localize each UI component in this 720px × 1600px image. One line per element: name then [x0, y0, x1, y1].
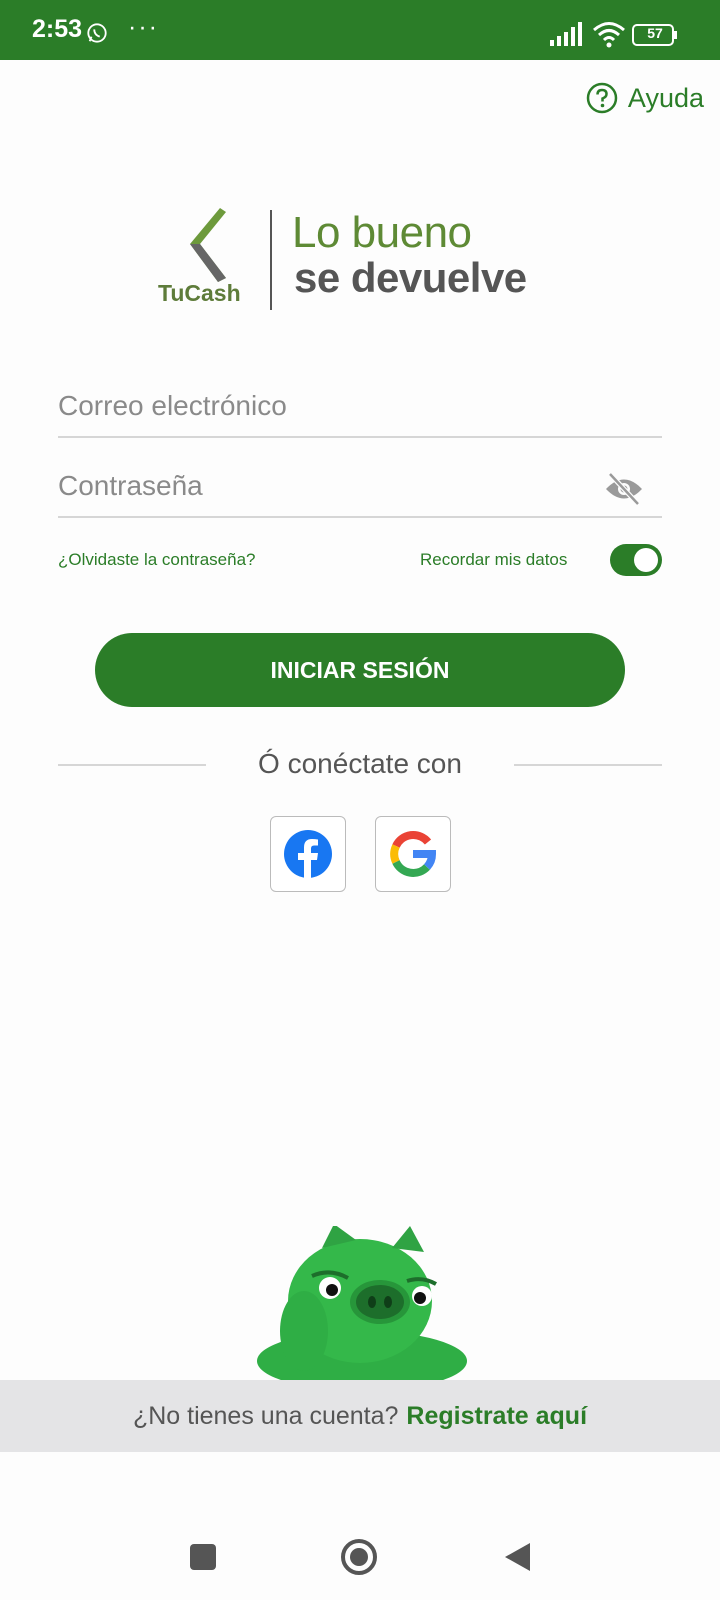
- home-button[interactable]: [340, 1538, 378, 1576]
- login-button[interactable]: INICIAR SESIÓN: [95, 633, 625, 707]
- signal-icon: [550, 22, 582, 46]
- recents-button[interactable]: [190, 1544, 216, 1570]
- divider-line-right: [514, 764, 662, 766]
- logo-tagline-line2: se devuelve: [294, 254, 527, 301]
- whatsapp-icon: [87, 23, 107, 43]
- password-field[interactable]: [58, 456, 662, 516]
- forgot-password-link[interactable]: ¿Olvidaste la contraseña?: [58, 550, 256, 570]
- remember-toggle[interactable]: [610, 544, 662, 576]
- email-field[interactable]: [58, 376, 662, 436]
- tucash-chevron-icon: [190, 208, 226, 282]
- help-circle-icon: [586, 82, 618, 114]
- status-overflow-dots: ···: [128, 13, 159, 41]
- register-prompt: ¿No tienes una cuenta?: [132, 1401, 399, 1430]
- facebook-icon: [284, 830, 332, 879]
- battery-level: 57: [647, 25, 663, 41]
- google-icon: [390, 830, 436, 877]
- facebook-login-button[interactable]: [270, 816, 346, 892]
- password-field-container: [58, 456, 662, 518]
- eye-off-icon[interactable]: [604, 472, 644, 506]
- logo-divider: [270, 210, 272, 310]
- tucash-logo: TuCash Lo bueno se devuelve: [150, 198, 570, 318]
- status-time: 2:53: [32, 15, 83, 43]
- google-login-button[interactable]: [375, 816, 451, 892]
- help-link[interactable]: Ayuda: [586, 80, 704, 116]
- navigation-bar: [0, 1520, 720, 1600]
- register-bar: ¿No tienes una cuenta? Registrate aquí: [0, 1380, 720, 1452]
- wifi-icon: [593, 22, 625, 48]
- toggle-knob: [634, 548, 658, 572]
- register-link[interactable]: Registrate aquí: [406, 1402, 587, 1431]
- social-divider-text: Ó conéctate con: [258, 748, 462, 779]
- pig-mascot-illustration: [257, 1226, 467, 1386]
- logo-brand: TuCash: [158, 280, 241, 306]
- status-bar: 2:53 ··· 57: [0, 0, 720, 60]
- help-label: Ayuda: [627, 82, 704, 113]
- logo-tagline-line1: Lo bueno: [292, 208, 472, 257]
- email-field-container: [58, 376, 662, 438]
- divider-line-left: [58, 764, 206, 766]
- back-button[interactable]: [502, 1541, 532, 1573]
- remember-label: Recordar mis datos: [420, 550, 568, 569]
